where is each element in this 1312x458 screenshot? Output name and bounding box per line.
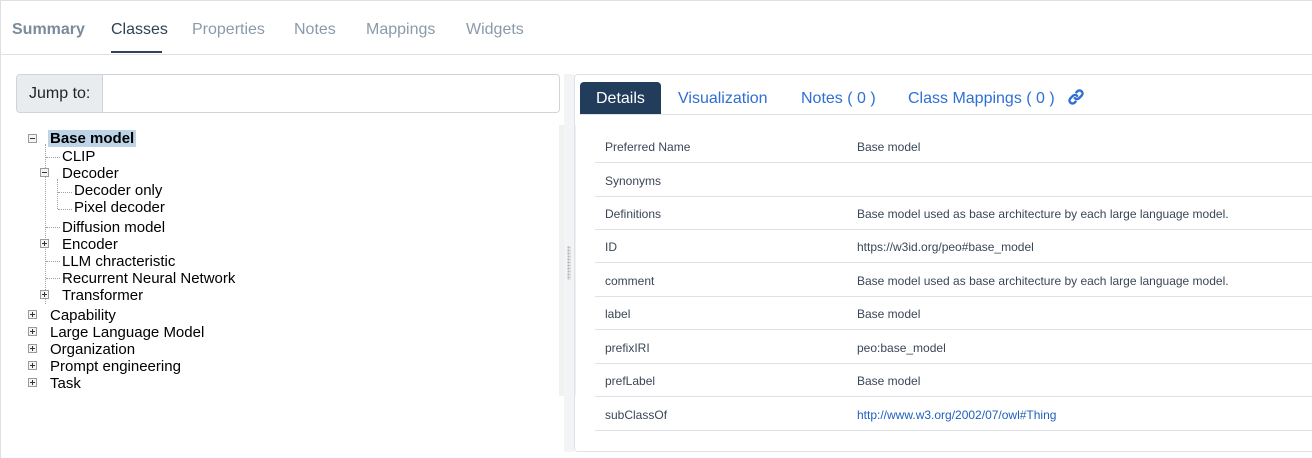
- tree-connector: [58, 209, 72, 210]
- tab-notes[interactable]: Notes: [294, 21, 336, 39]
- detail-row-comment: comment Base model used as base architec…: [595, 263, 1312, 297]
- tree-node-base-model[interactable]: Base model: [48, 130, 137, 147]
- top-tab-bar: Summary Classes Properties Notes Mapping…: [0, 0, 1312, 55]
- panel-splitter[interactable]: [564, 74, 574, 452]
- tab-class-mappings[interactable]: Class Mappings ( 0 ): [908, 82, 1055, 115]
- tab-details[interactable]: Details: [580, 82, 661, 115]
- detail-row-label: label Base model: [595, 296, 1312, 330]
- detail-value: https://w3id.org/peo#base_model: [857, 240, 1034, 254]
- tab-visualization[interactable]: Visualization: [678, 82, 768, 115]
- tree-connector: [46, 261, 60, 262]
- expand-icon[interactable]: [40, 290, 49, 299]
- link-icon[interactable]: [1067, 88, 1085, 106]
- detail-key: prefLabel: [605, 374, 656, 388]
- tree-node-large-language-model[interactable]: Large Language Model: [50, 324, 204, 341]
- tab-classes[interactable]: Classes: [111, 21, 168, 39]
- detail-key: label: [605, 307, 631, 321]
- jump-to-label: Jump to:: [17, 75, 103, 112]
- detail-value: Base model: [857, 140, 921, 154]
- tree-node-transformer[interactable]: Transformer: [62, 287, 143, 304]
- class-tree-panel: Jump to: Base model CLIP Decoder Decoder…: [16, 74, 576, 404]
- tree-connector: [58, 192, 72, 193]
- tab-divider: [580, 114, 1312, 115]
- tree-node-capability[interactable]: Capability: [50, 307, 116, 324]
- tab-summary[interactable]: Summary: [12, 21, 85, 39]
- detail-value: Base model: [857, 374, 921, 388]
- tree-node-llm-chracteristic[interactable]: LLM chracteristic: [62, 253, 175, 270]
- jump-to-input[interactable]: [104, 75, 559, 112]
- detail-key: Definitions: [605, 207, 662, 221]
- collapse-icon[interactable]: [28, 134, 37, 143]
- drag-handle-icon[interactable]: [567, 246, 571, 280]
- tree-connector: [46, 227, 60, 228]
- detail-value: Base model used as base architecture by …: [857, 207, 1229, 221]
- active-tab-underline: [111, 51, 162, 53]
- detail-value: Base model used as base architecture by …: [857, 274, 1229, 288]
- tree-connector: [46, 157, 60, 158]
- tree-node-prompt-engineering[interactable]: Prompt engineering: [50, 358, 181, 375]
- tab-widgets[interactable]: Widgets: [466, 21, 524, 39]
- jump-to-group: Jump to:: [16, 74, 560, 113]
- tree-node-encoder[interactable]: Encoder: [62, 236, 118, 253]
- tree-node-decoder[interactable]: Decoder: [62, 165, 119, 182]
- detail-row-id: ID https://w3id.org/peo#base_model: [595, 229, 1312, 263]
- class-details-panel: Details Visualization Notes ( 0 ) Class …: [574, 74, 1312, 452]
- tree-node-organization[interactable]: Organization: [50, 341, 135, 358]
- tree-connector: [57, 179, 58, 209]
- detail-key: subClassOf: [605, 408, 668, 422]
- tree-node-clip[interactable]: CLIP: [62, 148, 95, 165]
- tab-class-notes[interactable]: Notes ( 0 ): [801, 82, 876, 115]
- tree-node-decoder-only[interactable]: Decoder only: [74, 182, 162, 199]
- tree-connector: [46, 278, 60, 279]
- tree-node-recurrent-neural-network[interactable]: Recurrent Neural Network: [62, 270, 235, 287]
- tree-node-diffusion-model[interactable]: Diffusion model: [62, 219, 165, 236]
- expand-icon[interactable]: [40, 239, 49, 248]
- detail-key: comment: [605, 274, 655, 288]
- collapse-icon[interactable]: [40, 168, 49, 177]
- tree-node-task[interactable]: Task: [50, 375, 81, 392]
- detail-key: prefixIRI: [605, 341, 650, 355]
- detail-value: Base model: [857, 307, 921, 321]
- detail-row-pref-label: prefLabel Base model: [595, 363, 1312, 397]
- expand-icon[interactable]: [28, 327, 37, 336]
- detail-row-prefix-iri: prefixIRI peo:base_model: [595, 330, 1312, 364]
- expand-icon[interactable]: [28, 344, 37, 353]
- class-tree: Base model CLIP Decoder Decoder only Pix…: [16, 126, 544, 396]
- detail-value: peo:base_model: [857, 341, 946, 355]
- tree-node-pixel-decoder[interactable]: Pixel decoder: [74, 199, 165, 216]
- detail-row-subclass-of: subClassOf http://www.w3.org/2002/07/owl…: [595, 397, 1312, 431]
- detail-row-preferred-name: Preferred Name Base model: [595, 129, 1312, 163]
- detail-key: ID: [605, 240, 617, 254]
- detail-row-definitions: Definitions Base model used as base arch…: [595, 196, 1312, 230]
- expand-icon[interactable]: [28, 378, 37, 387]
- expand-icon[interactable]: [28, 361, 37, 370]
- detail-link[interactable]: http://www.w3.org/2002/07/owl#Thing: [857, 408, 1056, 422]
- tab-mappings[interactable]: Mappings: [366, 21, 435, 39]
- detail-row-synonyms: Synonyms: [595, 163, 1312, 197]
- expand-icon[interactable]: [28, 310, 37, 319]
- detail-key: Synonyms: [605, 174, 662, 188]
- tab-properties[interactable]: Properties: [192, 21, 265, 39]
- detail-key: Preferred Name: [605, 140, 691, 154]
